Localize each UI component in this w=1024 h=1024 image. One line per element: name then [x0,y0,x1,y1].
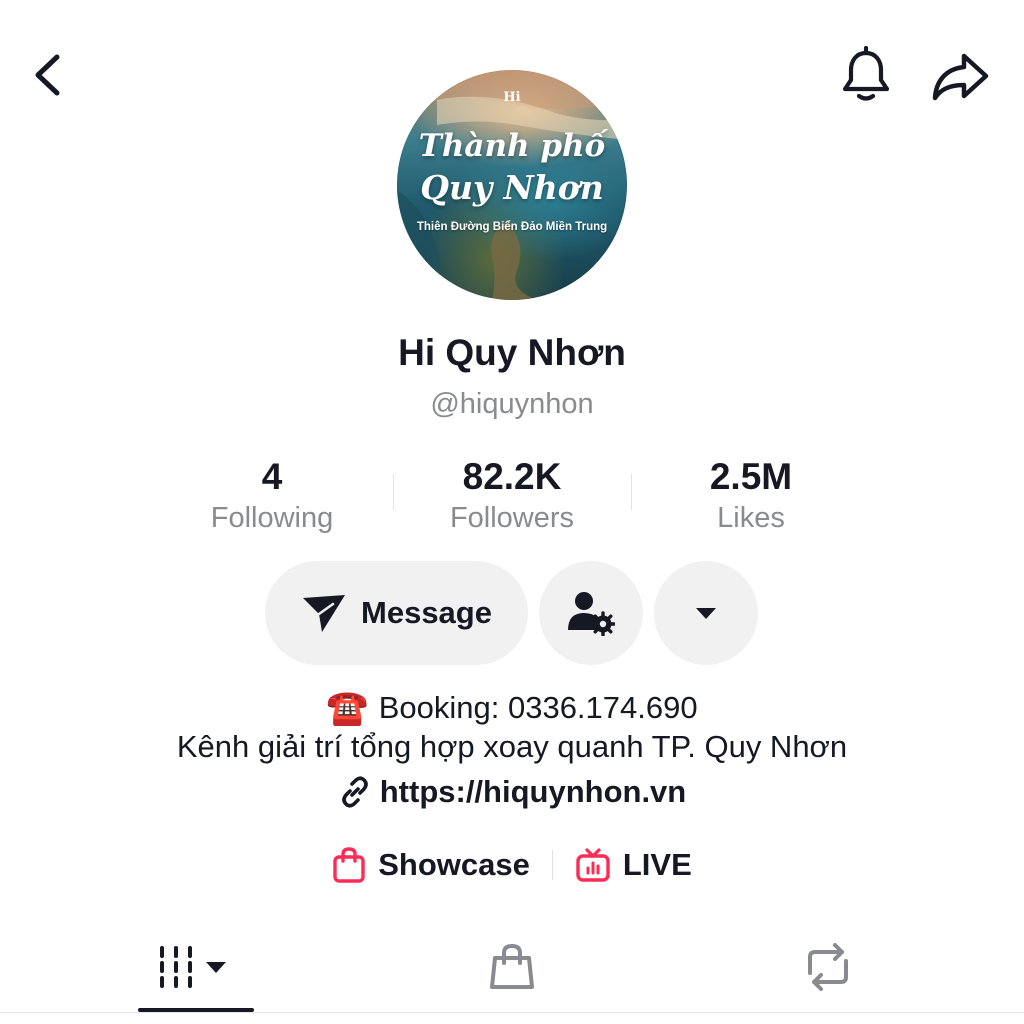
more-options-button[interactable] [654,561,758,665]
avatar-title-line1: Thành phố [418,128,606,164]
message-button[interactable]: Message [265,561,528,665]
profile-handle: @hiquynhon [430,388,594,420]
shopping-bag-icon [333,847,365,883]
link-icon [341,776,368,808]
links-row: Showcase LIVE [0,846,1024,884]
stat-value: 82.2K [462,456,562,497]
stat-likes[interactable]: 2.5M Likes [641,456,861,538]
bio-booking: ☎️ Booking: 0336.174.690 [0,688,1024,728]
message-label: Message [361,595,492,630]
stat-divider [393,474,394,510]
repost-icon [808,943,848,991]
send-icon [303,595,346,632]
avatar-tagline: Thiên Đường Biển Đảo Miền Trung [416,221,608,233]
live-tv-icon [576,848,610,882]
stat-value: 4 [261,456,283,497]
share-button[interactable] [928,44,992,108]
share-arrow-icon [932,53,989,101]
live-label: LIVE [622,847,692,882]
profile-name: Hi Quy Nhơn [398,332,626,373]
stat-value: 2.5M [709,456,793,497]
links-divider [551,850,553,880]
telephone-icon: ☎️ [326,689,369,727]
stat-divider [631,474,632,510]
showcase-label: Showcase [378,847,530,882]
back-button[interactable] [22,48,76,102]
videos-grid-icon [160,946,226,988]
bio-link[interactable]: https://hiquynhon.vn [0,774,1024,810]
showcase-link[interactable]: Showcase [332,846,530,884]
tab-bar-divider [0,1012,1024,1013]
avatar[interactable]: Hi Thành phố Quy Nhơn Thiên Đường Biển Đ… [397,70,627,300]
stat-followers[interactable]: 82.2K Followers [402,456,622,538]
bell-icon [842,45,890,101]
avatar-title-line2: Quy Nhơn [420,168,604,207]
caret-down-icon [696,608,716,619]
bio-link-text: https://hiquynhon.vn [379,774,687,809]
bio-description: Kênh giải trí tổng hợp xoay quanh TP. Qu… [176,729,848,764]
tab-shop[interactable] [432,930,592,1004]
stat-label: Following [210,502,334,534]
stat-following[interactable]: 4 Following [162,456,382,538]
user-settings-icon [568,592,615,636]
notifications-button[interactable] [836,44,896,104]
stat-label: Followers [449,502,575,534]
tab-videos[interactable] [116,930,276,1004]
avatar-logo: Hi [503,90,521,105]
live-link[interactable]: LIVE [575,847,692,883]
friend-settings-button[interactable] [539,561,643,665]
shopping-bag-icon [490,943,534,989]
stat-label: Likes [717,502,785,534]
chevron-left-icon [35,54,60,96]
tab-reposts[interactable] [748,930,908,1004]
bio-booking-text: Booking: 0336.174.690 [378,690,698,725]
